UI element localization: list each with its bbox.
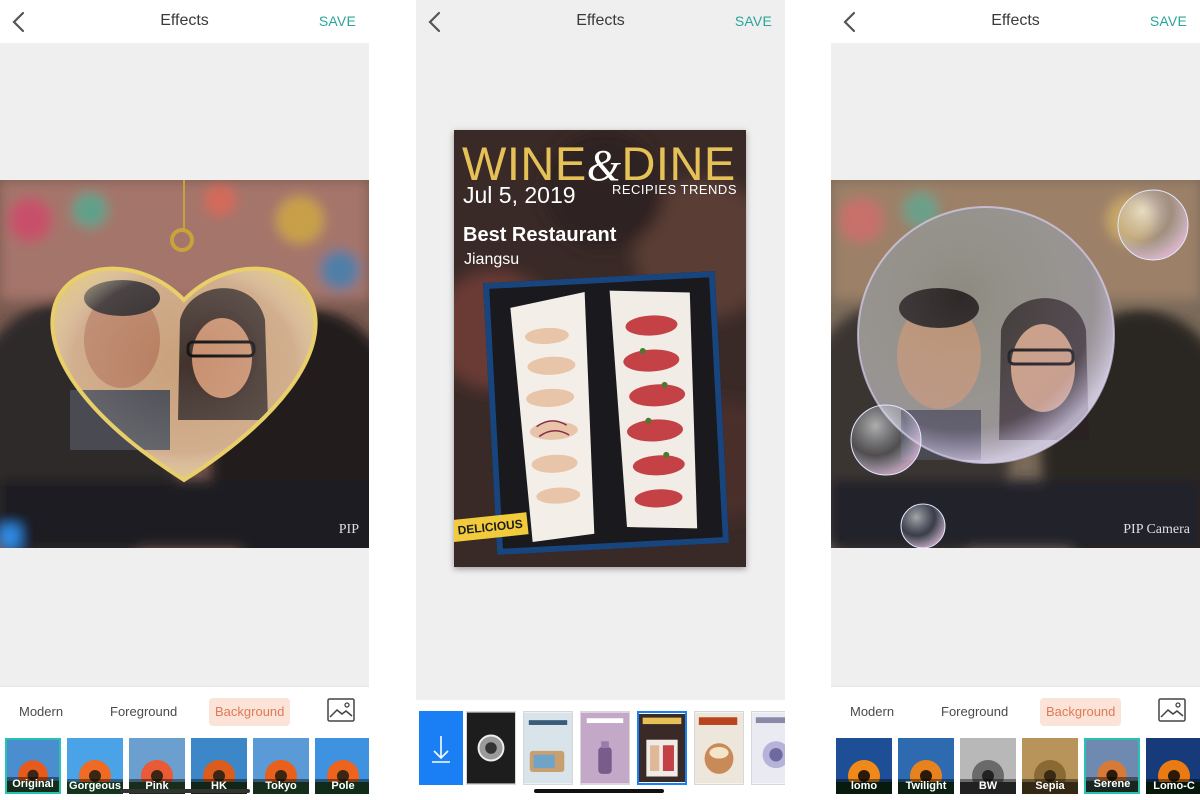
screen-heart-effect: Effects SAVE PIP Modern Foreground Backg… — [0, 0, 369, 800]
save-button[interactable]: SAVE — [735, 13, 772, 29]
screen-magazine-effect: Effects SAVE WINE&DINE Jul 5, 2019 RECIP… — [416, 0, 785, 800]
filter-thumb-tokyo[interactable]: Tokyo — [253, 738, 309, 794]
template-frozen[interactable] — [751, 711, 785, 785]
filter-label: Lomo-C — [1146, 779, 1200, 794]
tab-modern[interactable]: Modern — [13, 698, 69, 726]
filter-thumb-pole[interactable]: Pole — [315, 738, 369, 794]
effect-tabs: Modern Foreground Background — [0, 686, 369, 736]
filter-thumb-sepia[interactable]: Sepia — [1022, 738, 1078, 794]
template-camera-lens[interactable] — [466, 711, 516, 785]
magazine-cover[interactable]: WINE&DINE Jul 5, 2019 RECIPIES TRENDS Be… — [454, 130, 746, 567]
filter-label: Tokyo — [253, 779, 309, 794]
template-delicious[interactable] — [694, 711, 744, 785]
bubble-frame-photo — [831, 180, 1200, 548]
filter-thumb-lomo[interactable]: lomo — [836, 738, 892, 794]
wine-dine-icon — [639, 713, 685, 783]
delicious-icon — [695, 712, 743, 784]
filter-label: Pole — [315, 779, 369, 794]
effect-tabs: Modern Foreground Background — [831, 686, 1200, 736]
heart-frame-photo — [0, 180, 369, 548]
image-gallery-icon — [1158, 698, 1186, 722]
nav-title: Effects — [576, 12, 625, 29]
tab-background[interactable]: Background — [1040, 698, 1122, 726]
filter-thumb-original[interactable]: Original — [5, 738, 61, 794]
tab-background[interactable]: Background — [209, 698, 291, 726]
save-button[interactable]: SAVE — [1150, 13, 1187, 29]
tab-foreground[interactable]: Foreground — [104, 698, 183, 726]
home-indicator — [534, 789, 664, 793]
magazine-subhead: Jiangsu — [464, 251, 520, 268]
filter-thumb-bw[interactable]: BW — [960, 738, 1016, 794]
watermark: PIP — [338, 522, 359, 537]
filter-label: BW — [960, 779, 1016, 794]
save-button[interactable]: SAVE — [319, 13, 356, 29]
filter-label: Original — [7, 777, 59, 792]
sunshine-bottle-icon — [581, 712, 629, 784]
template-wine-dine[interactable] — [637, 711, 687, 785]
tab-modern[interactable]: Modern — [844, 698, 900, 726]
filter-thumb-hk[interactable]: HK — [191, 738, 247, 794]
filter-strip: Original Gorgeous Pink HK Tokyo Pole — [0, 736, 369, 800]
filter-label: Twilight — [898, 779, 954, 794]
filter-label: Sepia — [1022, 779, 1078, 794]
nav-bar: Effects SAVE — [0, 0, 369, 43]
image-gallery-icon — [327, 698, 355, 722]
frozen-icon — [752, 712, 785, 784]
watermark: PIP Camera — [1123, 522, 1190, 537]
download-arrow-icon — [432, 736, 450, 763]
filter-strip: lomo Twilight BW Sepia Serene Lomo-C — [831, 736, 1200, 800]
photo-canvas[interactable]: PIP — [0, 180, 369, 548]
gallery-button[interactable] — [1158, 698, 1186, 722]
camera-photo-icon — [524, 712, 572, 784]
magazine-tagline: RECIPIES TRENDS — [611, 182, 737, 197]
filter-thumb-twilight[interactable]: Twilight — [898, 738, 954, 794]
template-strip — [416, 700, 785, 800]
filter-label: Serene — [1086, 777, 1138, 792]
gallery-button[interactable] — [327, 698, 355, 722]
screen-bubble-effect: Effects SAVE PIP Camera Modern Foregroun… — [831, 0, 1200, 800]
photo-canvas[interactable]: PIP Camera — [831, 180, 1200, 548]
download-button[interactable] — [419, 711, 463, 785]
camera-lens-icon — [467, 712, 515, 784]
filter-thumb-pink[interactable]: Pink — [129, 738, 185, 794]
tab-foreground[interactable]: Foreground — [935, 698, 1014, 726]
sashimi-plates-image — [489, 277, 723, 549]
filter-label: lomo — [836, 779, 892, 794]
nav-title: Effects — [160, 12, 209, 29]
magazine-date: Jul 5, 2019 — [463, 182, 576, 208]
magazine-headline: Best Restaurant — [463, 224, 617, 246]
home-indicator — [120, 789, 250, 793]
nav-bar: Effects SAVE — [416, 0, 785, 43]
filter-thumb-serene[interactable]: Serene — [1084, 738, 1140, 794]
filter-thumb-gorgeous[interactable]: Gorgeous — [67, 738, 123, 794]
nav-bar: Effects SAVE — [831, 0, 1200, 43]
filter-label: Gorgeous — [67, 779, 123, 794]
template-sunshine[interactable] — [580, 711, 630, 785]
template-camera-photo[interactable] — [523, 711, 573, 785]
nav-title: Effects — [991, 12, 1040, 29]
filter-thumb-lomo-c[interactable]: Lomo-C — [1146, 738, 1200, 794]
